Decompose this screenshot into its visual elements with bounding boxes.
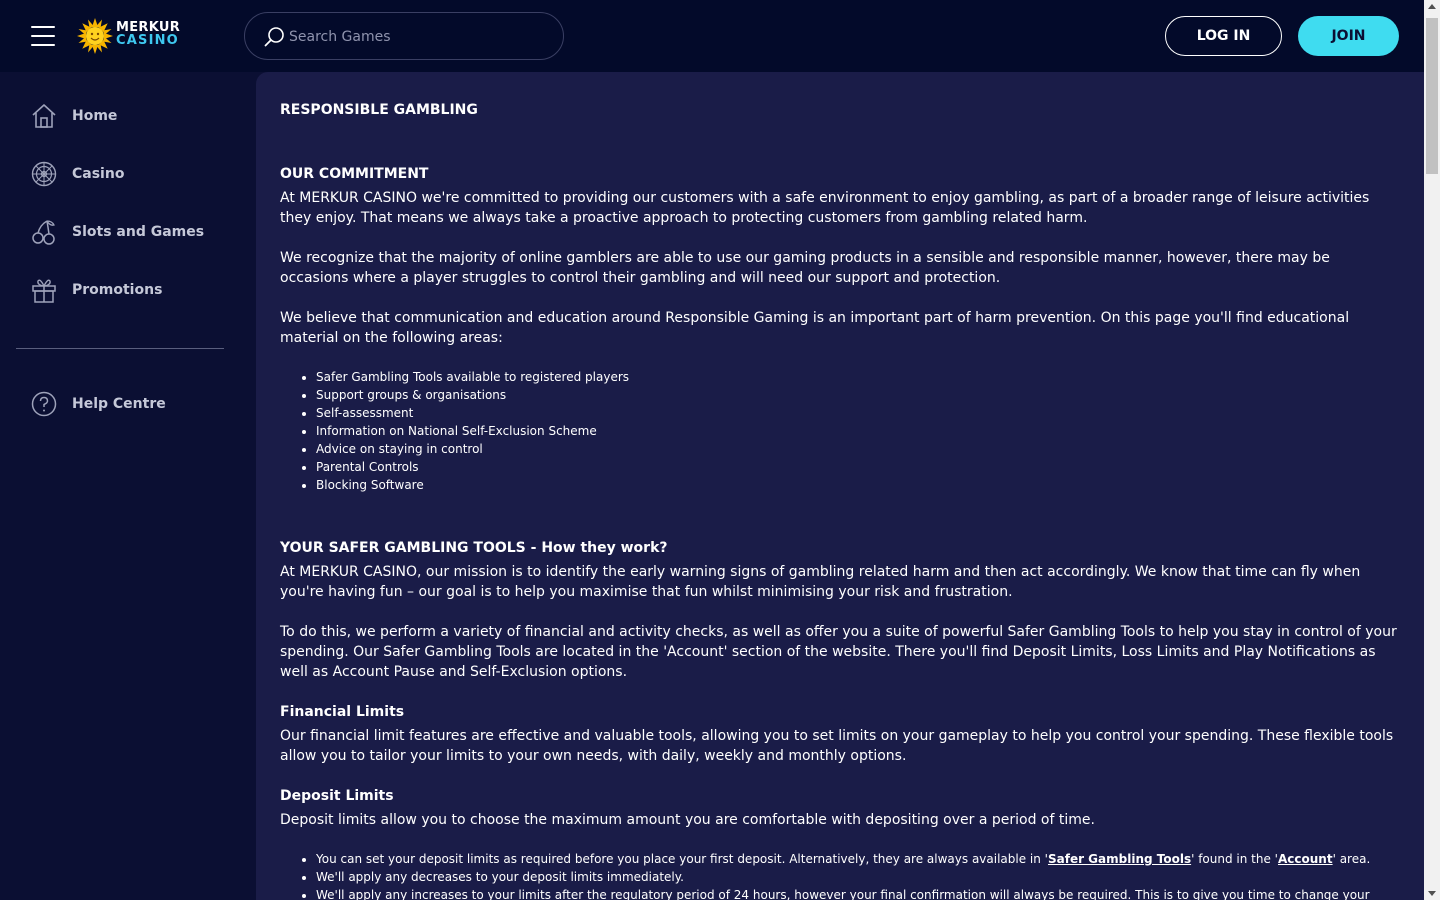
account-link[interactable]: Account bbox=[1278, 852, 1333, 866]
sidebar-item-label: Slots and Games bbox=[72, 224, 205, 240]
sidebar-item-home[interactable]: Home bbox=[30, 100, 230, 132]
list-item: You can set your deposit limits as requi… bbox=[316, 850, 1400, 868]
sidebar-divider bbox=[16, 348, 224, 349]
commitment-paragraph-1: At MERKUR CASINO we're committed to prov… bbox=[280, 190, 1370, 226]
join-button[interactable]: JOIN bbox=[1298, 16, 1399, 56]
list-item: Information on National Self-Exclusion S… bbox=[316, 422, 1400, 440]
sidebar-item-promotions[interactable]: Promotions bbox=[30, 274, 230, 306]
log-in-button[interactable]: LOG IN bbox=[1165, 16, 1282, 56]
scroll-up-arrow-icon[interactable] bbox=[1428, 4, 1436, 9]
menu-icon[interactable] bbox=[31, 26, 55, 46]
article: RESPONSIBLE GAMBLING OUR COMMITMENT At M… bbox=[280, 100, 1400, 900]
main-content: RESPONSIBLE GAMBLING OUR COMMITMENT At M… bbox=[256, 72, 1424, 900]
logo-text: MERKUR CASINO bbox=[116, 21, 180, 47]
deposit-limits-paragraph: Deposit limits allow you to choose the m… bbox=[280, 812, 1095, 828]
search-icon bbox=[264, 27, 284, 47]
top-bar: MERKUR CASINO LOG IN JOIN bbox=[0, 0, 1424, 72]
list-text: ' found in the ' bbox=[1191, 852, 1278, 866]
list-item: Self-assessment bbox=[316, 404, 1400, 422]
logo-line-2: CASINO bbox=[116, 33, 179, 48]
sidebar-item-label: Home bbox=[72, 108, 118, 124]
list-item: Advice on staying in control bbox=[316, 440, 1400, 458]
safer-gambling-tools-link[interactable]: Safer Gambling Tools bbox=[1048, 852, 1191, 866]
sidebar: Home Casino Slots and Games Promotions H… bbox=[0, 72, 256, 900]
sidebar-item-label: Casino bbox=[72, 166, 125, 182]
list-item: Parental Controls bbox=[316, 458, 1400, 476]
list-text: ' area. bbox=[1332, 852, 1371, 866]
scrollbar-thumb[interactable] bbox=[1426, 18, 1438, 174]
commitment-paragraph-3: We believe that communication and educat… bbox=[280, 310, 1350, 346]
list-text: You can set your deposit limits as requi… bbox=[316, 852, 1048, 866]
page-scrollbar[interactable] bbox=[1424, 0, 1440, 900]
sidebar-item-slots-and-games[interactable]: Slots and Games bbox=[30, 216, 230, 248]
deposit-limits-list: You can set your deposit limits as requi… bbox=[316, 850, 1400, 900]
merkur-casino-logo[interactable]: MERKUR CASINO bbox=[77, 16, 180, 56]
page-title: RESPONSIBLE GAMBLING bbox=[280, 102, 478, 118]
sidebar-item-label: Promotions bbox=[72, 282, 163, 298]
financial-limits-heading: Financial Limits bbox=[280, 704, 405, 720]
commitment-heading: OUR COMMITMENT bbox=[280, 166, 429, 182]
financial-limits-paragraph: Our financial limit features are effecti… bbox=[280, 728, 1394, 764]
gift-icon bbox=[30, 276, 58, 304]
scroll-down-arrow-icon[interactable] bbox=[1428, 891, 1436, 896]
tools-paragraph-1: At MERKUR CASINO, our mission is to iden… bbox=[280, 564, 1361, 600]
sidebar-item-casino[interactable]: Casino bbox=[30, 158, 230, 190]
deposit-limits-heading: Deposit Limits bbox=[280, 788, 394, 804]
help-icon bbox=[30, 390, 58, 418]
sidebar-item-help-centre[interactable]: Help Centre bbox=[30, 388, 230, 420]
list-item: We'll apply any increases to your limits… bbox=[316, 886, 1400, 900]
search-input[interactable] bbox=[289, 25, 549, 49]
roulette-icon bbox=[30, 160, 58, 188]
sun-icon bbox=[77, 18, 113, 54]
tools-paragraph-2: To do this, we perform a variety of fina… bbox=[280, 624, 1397, 680]
areas-list: Safer Gambling Tools available to regist… bbox=[316, 368, 1400, 494]
search-box[interactable] bbox=[244, 12, 564, 60]
commitment-paragraph-2: We recognize that the majority of online… bbox=[280, 250, 1330, 286]
cherries-icon bbox=[30, 218, 58, 246]
list-item: We'll apply any decreases to your deposi… bbox=[316, 868, 1400, 886]
list-item: Safer Gambling Tools available to regist… bbox=[316, 368, 1400, 386]
list-item: Blocking Software bbox=[316, 476, 1400, 494]
home-icon bbox=[30, 102, 58, 130]
sidebar-item-label: Help Centre bbox=[72, 396, 166, 412]
tools-heading: YOUR SAFER GAMBLING TOOLS - How they wor… bbox=[280, 540, 668, 556]
list-item: Support groups & organisations bbox=[316, 386, 1400, 404]
